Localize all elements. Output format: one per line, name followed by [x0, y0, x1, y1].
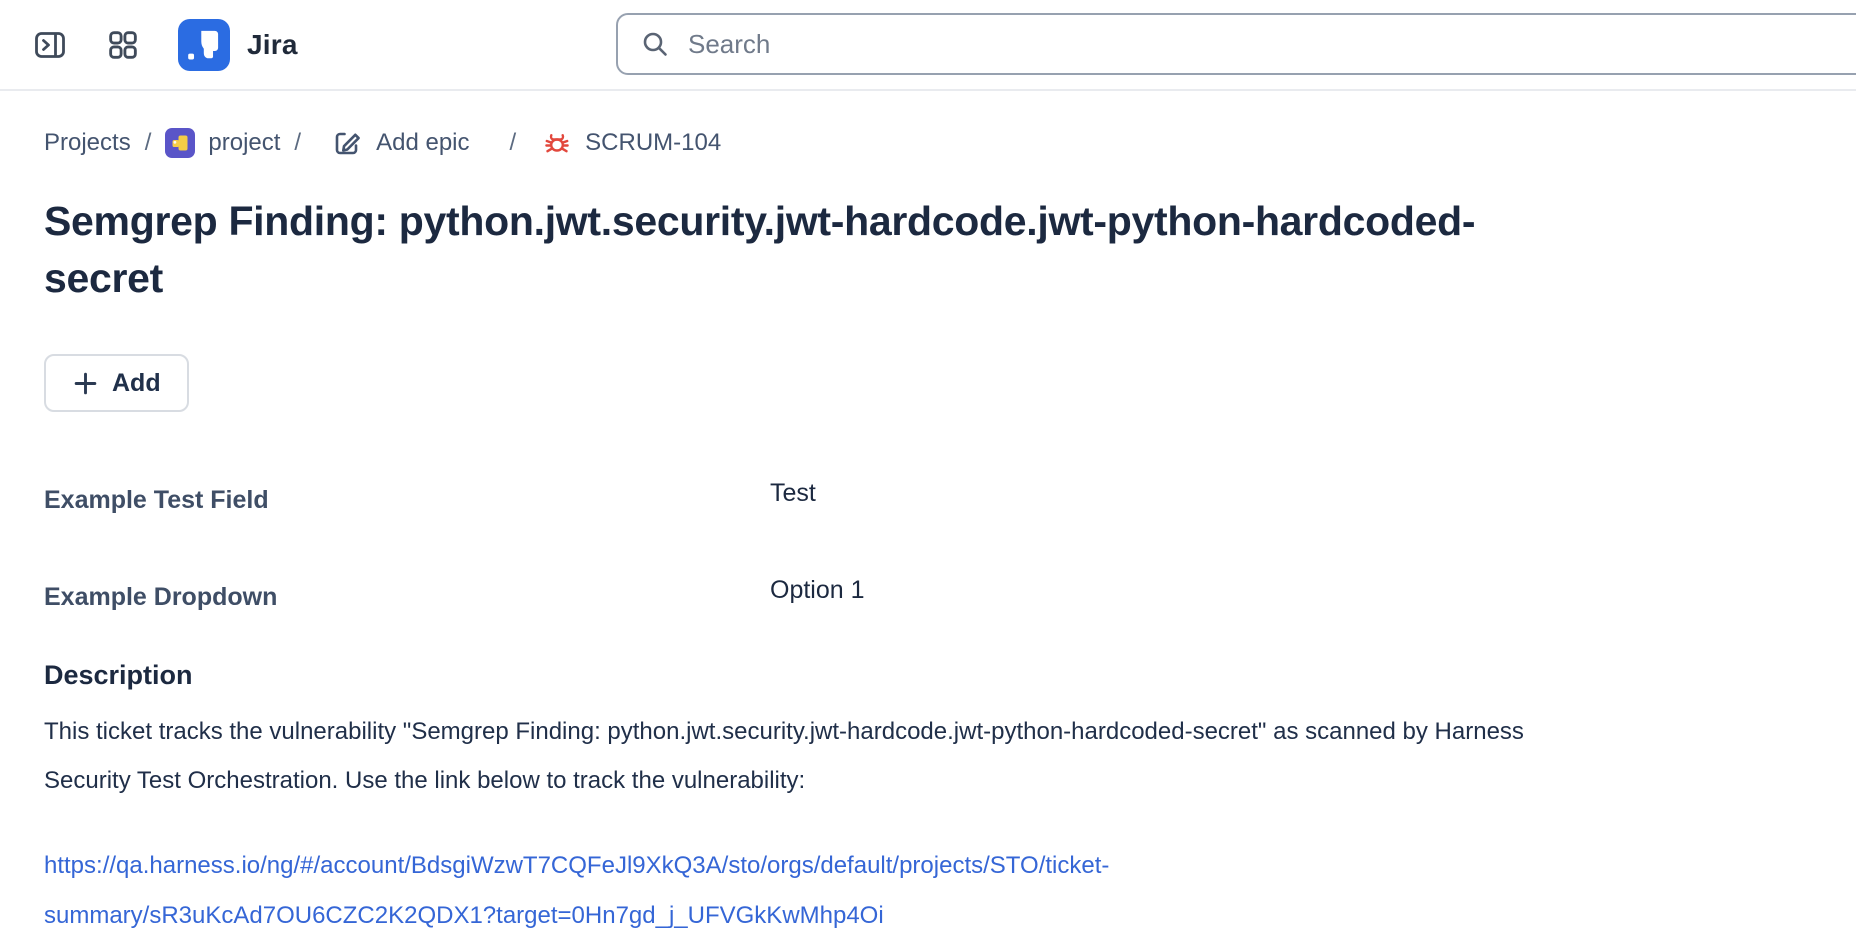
issue-title[interactable]: Semgrep Finding: python.jwt.security.jwt…	[44, 193, 1546, 306]
bug-icon	[542, 128, 572, 158]
search-icon	[640, 29, 670, 59]
description-heading: Description	[44, 660, 1812, 691]
top-bar: Jira	[0, 0, 1856, 91]
field-label-example-dropdown: Example Dropdown	[44, 583, 770, 612]
app-switcher-button[interactable]	[104, 26, 142, 64]
field-value-example-dropdown[interactable]: Option 1	[770, 576, 1444, 605]
vulnerability-link[interactable]: https://qa.harness.io/ng/#/account/Bdsgi…	[44, 841, 1536, 941]
expand-sidebar-icon	[30, 25, 70, 65]
breadcrumb-issue-key[interactable]: SCRUM-104	[542, 128, 721, 158]
app-title: Jira	[247, 29, 298, 61]
issue-view: Projects / project / Add epi	[0, 127, 1856, 941]
breadcrumb-separator: /	[145, 129, 152, 157]
breadcrumb-add-epic[interactable]: Add epic	[331, 127, 469, 159]
breadcrumb-separator: /	[510, 129, 517, 157]
search-input[interactable]	[686, 28, 1856, 61]
field-value-example-test-field[interactable]: Test	[770, 479, 1444, 508]
breadcrumb-project[interactable]: project	[165, 128, 280, 158]
description-text[interactable]: This ticket tracks the vulnerability "Se…	[44, 707, 1536, 805]
jira-home-link[interactable]: Jira	[178, 19, 298, 71]
breadcrumb-projects[interactable]: Projects	[44, 129, 131, 157]
project-avatar-icon	[165, 128, 195, 158]
breadcrumb-separator: /	[294, 129, 301, 157]
plus-icon	[72, 370, 99, 397]
add-button[interactable]: Add	[44, 354, 189, 412]
field-label-example-test-field: Example Test Field	[44, 486, 770, 515]
app-grid-icon	[104, 26, 142, 64]
edit-icon	[331, 127, 363, 159]
description-section: Description This ticket tracks the vulne…	[44, 660, 1812, 941]
breadcrumb: Projects / project / Add epi	[44, 127, 1812, 159]
custom-fields: Example Test Field Test Example Dropdown…	[44, 486, 1444, 612]
jira-logo-icon	[178, 19, 230, 71]
global-search[interactable]	[616, 13, 1856, 75]
sidebar-toggle-button[interactable]	[30, 25, 70, 65]
